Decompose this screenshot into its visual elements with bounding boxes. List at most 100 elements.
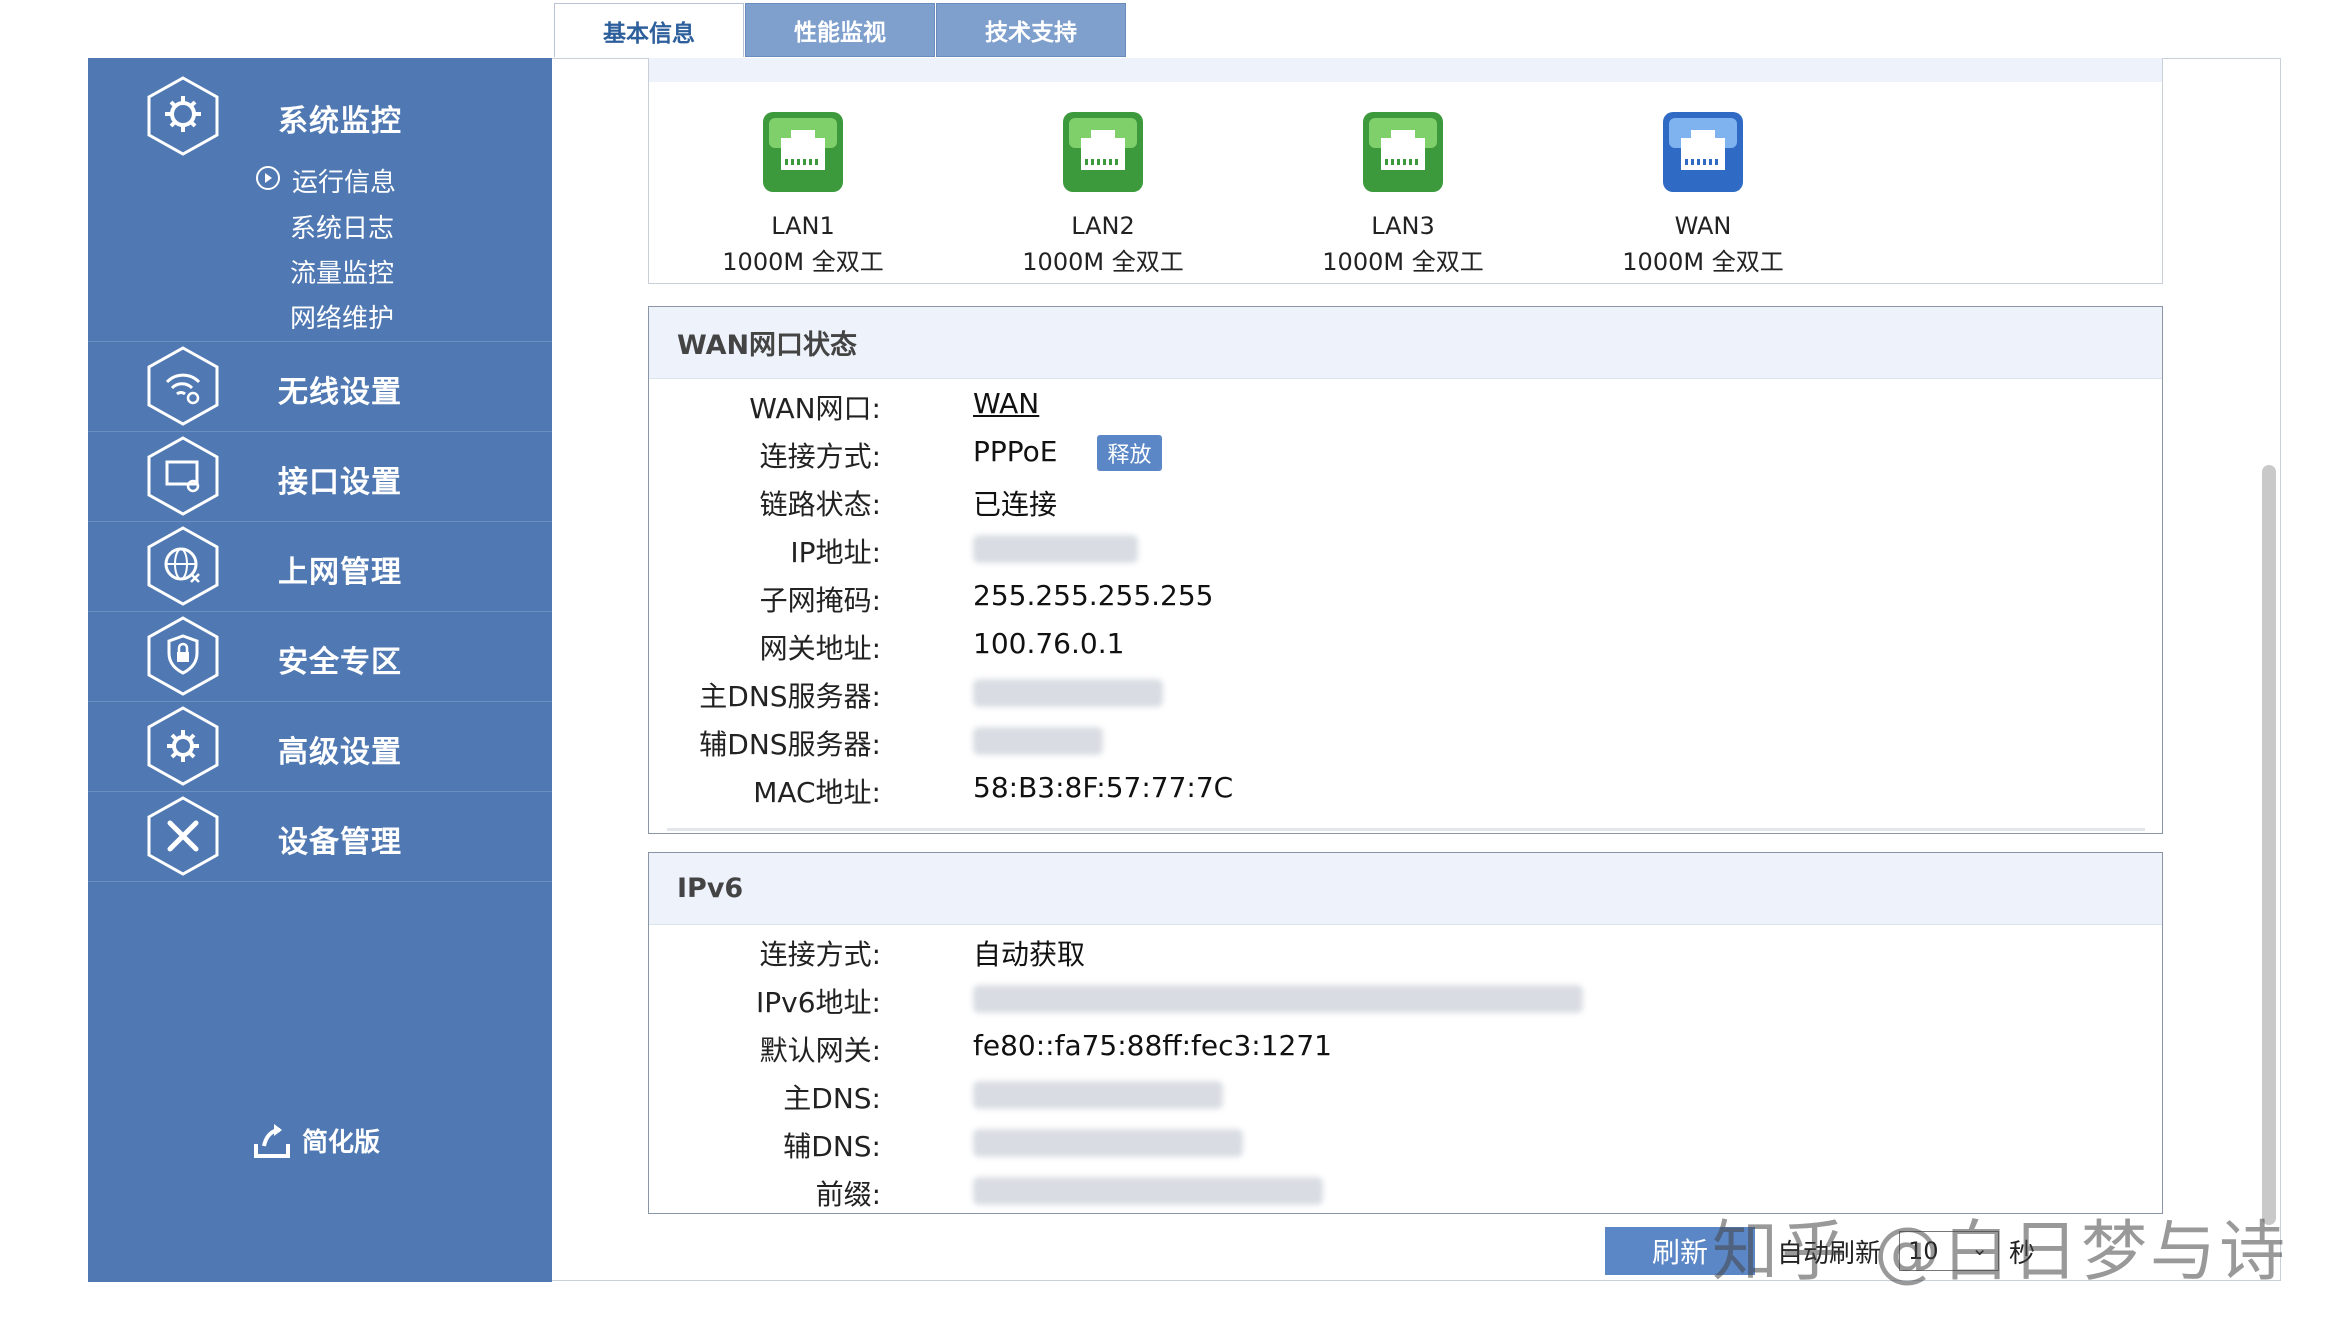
sidebar-group-device[interactable]: 设备管理 [88,792,552,882]
ipv6-panel: IPv6 连接方式: 自动获取 IPv6地址: 默认网关: fe80::fa75… [648,852,2163,1214]
port-lan1: LAN1 1000M 全双工 [703,110,903,280]
info-row: 链路状态: 已连接 [649,483,2162,531]
row-value: PPPoE 释放 [973,435,1162,471]
port-status-panel: LAN1 1000M 全双工 LAN2 1000M 全双工 LAN3 1000M… [648,58,2163,284]
row-label: 子网掩码: [759,584,881,617]
tab-bar: 基本信息 性能监视 技术支持 [554,3,1127,59]
row-value: 自动获取 [973,938,1086,971]
row-label: 辅DNS服务器: [699,728,881,761]
sidebar-item-system-monitor[interactable]: 系统监控 [278,96,402,140]
ethernet-port-green-icon [763,112,843,192]
wan-status-panel: WAN网口状态 WAN网口: WAN 连接方式: PPPoE 释放 链路状态: 已… [648,306,2163,834]
sidebar-item-interface[interactable]: 接口设置 [278,457,402,501]
row-label: WAN网口: [749,392,881,425]
row-value: 58:B3:8F:57:77:7C [973,771,1234,804]
sidebar-subitem-network-maintenance[interactable]: 网络维护 [290,298,394,335]
info-row: 主DNS: [649,1077,2162,1125]
port-lan3: LAN3 1000M 全双工 [1303,110,1503,280]
tools-icon [147,796,219,876]
sidebar-item-advanced[interactable]: 高级设置 [278,727,402,771]
ethernet-port-green-icon [1063,112,1143,192]
info-row: IP地址: [649,531,2162,579]
sidebar-subitem-run-info[interactable]: 运行信息 [292,162,396,199]
sidebar: 系统监控 运行信息 系统日志 流量监控 网络维护 无线设置 接口设置 上网管理 … [88,58,552,1282]
sidebar-item-device[interactable]: 设备管理 [278,817,402,861]
row-value-redacted [973,723,1103,756]
section-title: WAN网口状态 [649,307,2162,379]
sidebar-group-interface[interactable]: 接口设置 [88,432,552,522]
port-speed: 1000M 全双工 [1322,248,1484,276]
row-label: 连接方式: [759,440,881,473]
row-label: 默认网关: [759,1034,881,1067]
shield-lock-icon [147,616,219,696]
section-title: IPv6 [649,853,2162,925]
sidebar-item-internet[interactable]: 上网管理 [278,547,402,591]
row-value-redacted [973,675,1163,708]
port-lan2: LAN2 1000M 全双工 [1003,110,1203,280]
info-row: IPv6地址: [649,981,2162,1029]
tab-performance[interactable]: 性能监视 [745,3,935,57]
sidebar-item-wireless[interactable]: 无线设置 [278,367,402,411]
sidebar-group-advanced[interactable]: 高级设置 [88,702,552,792]
row-value: 255.255.255.255 [973,579,1214,612]
row-value-redacted [973,1077,1223,1110]
port-speed: 1000M 全双工 [1022,248,1184,276]
row-value-redacted [973,1173,1323,1206]
globe-icon [147,526,219,606]
row-value: 100.76.0.1 [973,627,1125,660]
row-label: 主DNS服务器: [699,680,881,713]
row-label: 主DNS: [783,1082,881,1115]
ethernet-port-green-icon [1363,112,1443,192]
simplify-link[interactable]: 简化版 [250,1118,380,1162]
selected-circle-icon [256,166,280,190]
sidebar-subitem-system-log[interactable]: 系统日志 [290,208,394,245]
vertical-scrollbar[interactable] [2262,465,2276,1225]
gear-icon [147,706,219,786]
row-value: 已连接 [973,488,1058,521]
gear-hand-icon [147,76,219,156]
row-label: 网关地址: [759,632,881,665]
info-row: 连接方式: 自动获取 [649,933,2162,981]
row-label: MAC地址: [753,776,881,809]
simplify-label: 简化版 [302,1127,381,1158]
row-label: IPv6地址: [756,986,881,1019]
panel-header-strip [649,58,2162,82]
info-row: 主DNS服务器: [649,675,2162,723]
sidebar-group-internet[interactable]: 上网管理 [88,522,552,612]
row-label: 前缀: [815,1178,881,1211]
port-wan: WAN 1000M 全双工 [1603,110,1803,280]
info-row: 辅DNS服务器: [649,723,2162,771]
wan-port-link[interactable]: WAN [973,387,1039,420]
switch-arrow-icon [254,1124,290,1158]
release-button[interactable]: 释放 [1097,435,1162,471]
sidebar-group-wireless[interactable]: 无线设置 [88,342,552,432]
row-label: IP地址: [790,536,881,569]
row-label: 连接方式: [759,938,881,971]
tab-basic-info[interactable]: 基本信息 [554,3,744,57]
watermark: 知乎 @白日梦与诗 [1712,1213,2288,1290]
info-row: 默认网关: fe80::fa75:88ff:fec3:1271 [649,1029,2162,1077]
info-row: 辅DNS: [649,1125,2162,1173]
row-label: 链路状态: [759,488,881,521]
sidebar-group-security[interactable]: 安全专区 [88,612,552,702]
port-name: LAN3 [1371,212,1435,240]
row-value-redacted [973,981,1583,1014]
row-value: fe80::fa75:88ff:fec3:1271 [973,1029,1332,1062]
ethernet-port-blue-icon [1663,112,1743,192]
sidebar-subitem-traffic-monitor[interactable]: 流量监控 [290,253,394,290]
info-row: WAN网口: WAN [649,387,2162,435]
info-row: 网关地址: 100.76.0.1 [649,627,2162,675]
info-row: 连接方式: PPPoE 释放 [649,435,2162,483]
row-value-redacted [973,531,1138,564]
row-value-redacted [973,1125,1243,1158]
info-row: MAC地址: 58:B3:8F:57:77:7C [649,771,2162,819]
sidebar-group-system-monitor: 系统监控 运行信息 系统日志 流量监控 网络维护 [88,58,552,342]
port-name: LAN2 [1071,212,1135,240]
sidebar-item-security[interactable]: 安全专区 [278,637,402,681]
wifi-gear-icon [147,346,219,426]
row-label: 辅DNS: [783,1130,881,1163]
section-divider [667,828,2145,831]
interface-icon [147,436,219,516]
tab-tech-support[interactable]: 技术支持 [936,3,1126,57]
port-speed: 1000M 全双工 [722,248,884,276]
